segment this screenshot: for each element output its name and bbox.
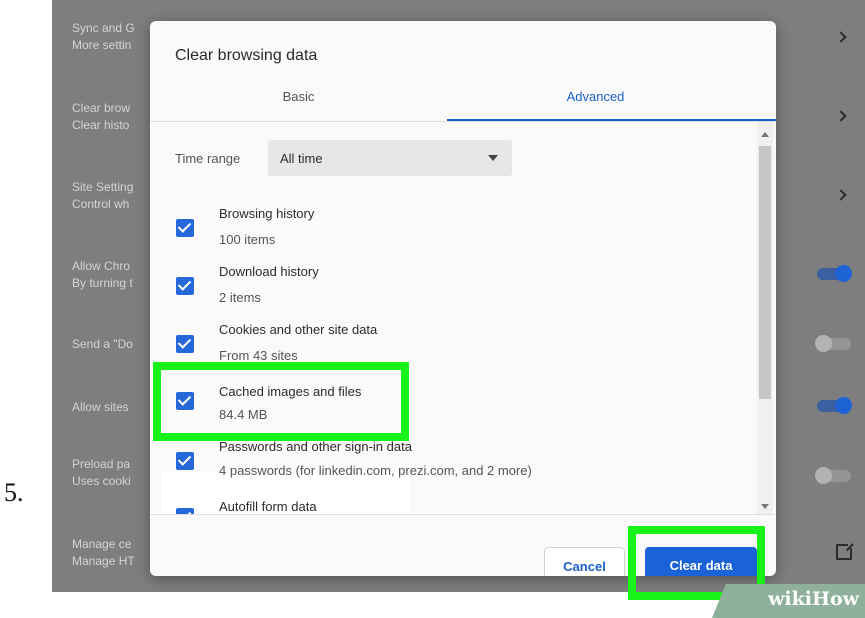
chevron-right-icon[interactable] — [835, 189, 847, 201]
scrollbar-thumb[interactable] — [759, 146, 771, 399]
step-number: 5. — [4, 478, 24, 507]
watermark-text: wikiHow — [768, 588, 859, 610]
dialog-title: Clear browsing data — [175, 47, 318, 64]
item-title: Passwords and other sign-in data — [219, 439, 412, 454]
settings-row-allow-chrome[interactable]: Allow Chro By turning t — [72, 258, 133, 292]
checkbox-browsing-history[interactable] — [176, 219, 194, 237]
settings-row-manage-certificates[interactable]: Manage ce Manage HT — [72, 536, 135, 570]
item-subtitle: From 43 sites — [219, 348, 298, 363]
toggle-switch[interactable] — [817, 397, 852, 414]
checkbox-passwords[interactable] — [176, 452, 194, 470]
checkbox-cookies[interactable] — [176, 335, 194, 353]
chevron-right-icon[interactable] — [835, 31, 847, 43]
watermark: wikiHow — [712, 584, 865, 618]
time-range-label: Time range — [175, 151, 241, 166]
scroll-up-arrow-icon[interactable] — [761, 132, 769, 137]
scrollbar[interactable] — [757, 122, 773, 514]
clear-browsing-data-dialog: Clear browsing data Basic Advanced Time … — [150, 21, 776, 576]
dropdown-arrow-icon — [488, 155, 498, 161]
settings-row-preload[interactable]: Preload pa Uses cooki — [72, 456, 131, 490]
scroll-down-arrow-icon[interactable] — [761, 504, 769, 509]
external-link-icon[interactable] — [836, 542, 854, 560]
item-subtitle: 4 passwords (for linkedin.com, prezi.com… — [219, 463, 532, 478]
time-range-select[interactable]: All time — [268, 140, 512, 176]
settings-row-site-settings[interactable]: Site Setting Control wh — [72, 179, 133, 213]
item-title: Cookies and other site data — [219, 322, 378, 337]
item-title: Download history — [219, 264, 319, 279]
item-subtitle: 100 items — [219, 232, 276, 247]
toggle-switch[interactable] — [817, 265, 852, 282]
toggle-switch[interactable] — [815, 467, 851, 484]
settings-row-allow-sites[interactable]: Allow sites — [72, 399, 129, 416]
time-range-value: All time — [280, 151, 323, 166]
item-title: Autofill form data — [219, 499, 317, 514]
footer-divider — [150, 514, 776, 515]
checkbox-download-history[interactable] — [176, 277, 194, 295]
settings-row-sync[interactable]: Sync and G More settin — [72, 20, 135, 54]
settings-row-do-not-track[interactable]: Send a "Do — [72, 336, 133, 353]
dialog-content: Time range All time Browsing history 100… — [150, 122, 776, 514]
tab-advanced[interactable]: Advanced — [447, 89, 744, 104]
tab-basic[interactable]: Basic — [150, 89, 447, 104]
cancel-button[interactable]: Cancel — [544, 547, 625, 576]
chevron-right-icon[interactable] — [835, 110, 847, 122]
item-title: Browsing history — [219, 206, 315, 221]
tab-selected-indicator — [447, 119, 776, 121]
highlight-box-cached-images — [153, 362, 409, 441]
settings-row-clear-browsing[interactable]: Clear brow Clear histo — [72, 100, 130, 134]
item-subtitle: 2 items — [219, 290, 261, 305]
toggle-switch[interactable] — [815, 335, 851, 352]
